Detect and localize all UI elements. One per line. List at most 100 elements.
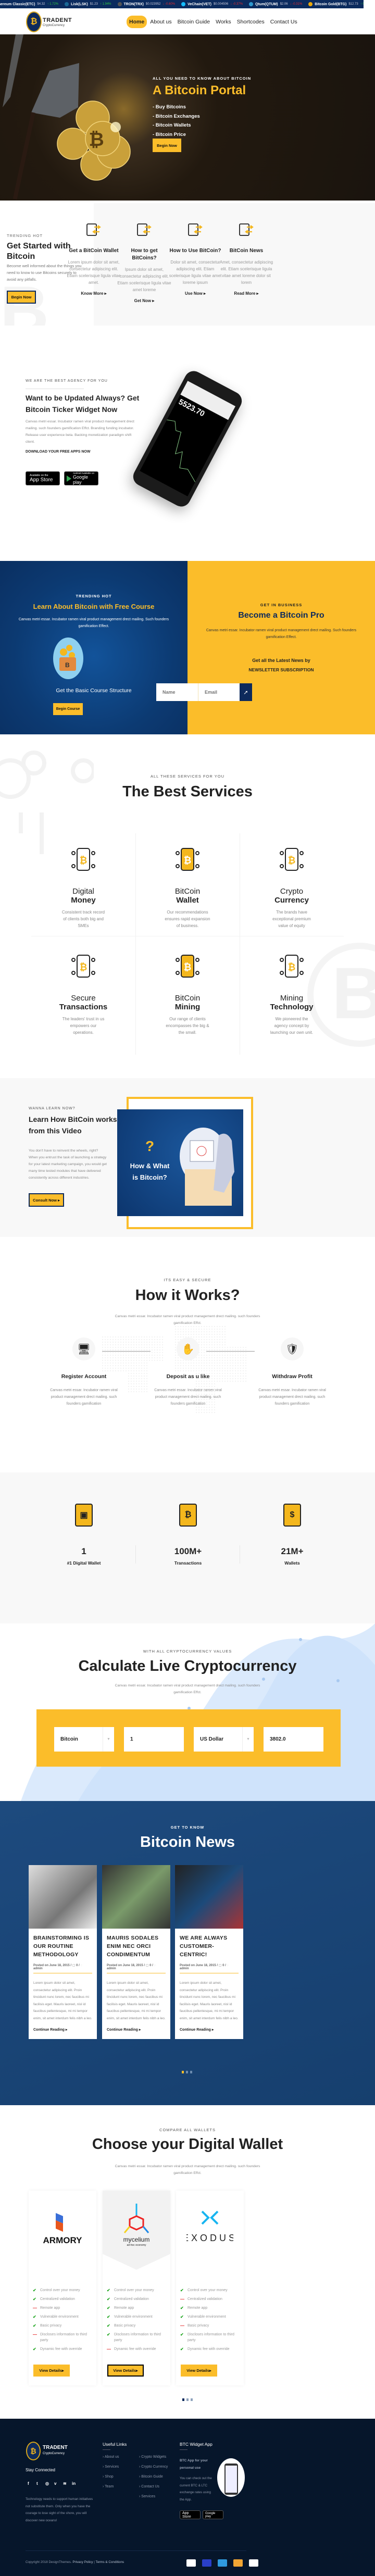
start-card: BitCoin News Amet, consectetur adipiscing…: [218, 221, 275, 296]
footer-link[interactable]: › About us: [103, 2455, 119, 2459]
view-details-button[interactable]: View Details ▸: [181, 2365, 217, 2377]
news-comments[interactable]: 0: [149, 1964, 151, 1967]
pagination-dot[interactable]: [182, 2398, 184, 2401]
site-footer: ₿ TRADENT CryptoCurrency Stay Connected …: [0, 2419, 375, 2576]
nav-works[interactable]: Works: [213, 16, 234, 28]
continue-reading-link[interactable]: Continue Reading ▸: [180, 2028, 239, 2032]
check-icon: ✔: [107, 2297, 110, 2302]
view-details-button[interactable]: View Details ▸: [33, 2365, 70, 2377]
ticker-item[interactable]: TRON(TRX) $0.023952 ↓ -0.60%: [117, 2, 175, 6]
newsletter-email-input[interactable]: [198, 683, 240, 701]
to-currency-select[interactable]: US Dollar ▼: [194, 1727, 254, 1752]
privacy-policy-link[interactable]: Privacy Policy: [72, 2560, 93, 2564]
nav-about-us[interactable]: About us: [147, 16, 174, 28]
start-card-link[interactable]: Use Now ▸: [167, 291, 224, 296]
coin-price: $0.023952: [146, 3, 161, 6]
linkedin-icon[interactable]: in: [72, 2481, 76, 2486]
begin-course-button[interactable]: Begin Course: [53, 703, 83, 715]
newsletter-submit-button[interactable]: ➚: [240, 683, 252, 701]
footer-link[interactable]: › Services: [103, 2465, 119, 2469]
coin-change: ↑ 1.72%: [47, 3, 58, 6]
ticker-item[interactable]: VeChain(VET) $0.004506 ↓ -0.37%: [181, 2, 243, 6]
wallet-feature: ✔ Discloses information to third party: [107, 2332, 167, 2343]
start-card-link[interactable]: Get Now ▸: [116, 298, 173, 303]
news-title[interactable]: WE ARE ALWAYS CUSTOMER-CENTRIC!: [180, 1934, 239, 1959]
footer-google-play-button[interactable]: Google play: [203, 2510, 223, 2519]
service-title-line1: BitCoin: [174, 994, 201, 1003]
pagination-dot[interactable]: [182, 2071, 184, 2073]
terms-link[interactable]: Terms & Conditions: [96, 2560, 124, 2564]
news-image[interactable]: [175, 1865, 243, 1929]
wallet-feature-label: Dynamic fee with override: [40, 2347, 82, 2351]
ticker-item[interactable]: Lisk(LSK) $1.23 ↑ 1.94%: [65, 2, 111, 6]
mastercard-icon: [202, 2559, 211, 2567]
ticker-item[interactable]: Ethereum Classic(ETC)$4.32↑ 1.72%: [0, 2, 58, 6]
ticker-item[interactable]: Bitcoin Gold(BTG)$12.73↑ 0.10%: [308, 2, 364, 6]
svg-text:₿: ₿: [288, 962, 296, 972]
pagination-dot[interactable]: [191, 2398, 193, 2401]
footer-link[interactable]: › Team: [103, 2485, 119, 2489]
footer-link[interactable]: › Services: [139, 2495, 168, 2498]
footer-link[interactable]: › Bitcoin Guide: [139, 2475, 168, 2479]
footer-link[interactable]: › Shop: [103, 2475, 119, 2479]
start-card-link[interactable]: Know More ▸: [65, 291, 122, 296]
continue-reading-link[interactable]: Continue Reading ▸: [107, 2028, 166, 2032]
facebook-icon[interactable]: f: [28, 2481, 31, 2486]
wallet-card: mycelium ad-hoc economy ✔ Control over your…: [103, 2191, 170, 2385]
news-author[interactable]: admin: [180, 1967, 189, 1970]
video-thumbnail[interactable]: ? How & What is Bitcoin?: [117, 1109, 243, 1216]
hero-begin-button[interactable]: Begin Now: [153, 139, 181, 152]
brand-name[interactable]: TRADENT: [43, 17, 72, 23]
wallet-feature: — Remote app: [33, 2305, 93, 2311]
news-comments[interactable]: 0: [222, 1964, 224, 1967]
coin-price: $0.004506: [213, 3, 229, 6]
news-title[interactable]: MAURIS SODALES ENIM NEC ORCI CONDIMENTUM: [107, 1934, 166, 1959]
news-title[interactable]: BRAINSTORMING IS OUR ROUTINE METHODOLOGY: [33, 1934, 92, 1959]
pagination-dot[interactable]: [186, 2398, 189, 2401]
useful-links-title: Useful Links: [103, 2442, 127, 2447]
newsletter-name-input[interactable]: [156, 683, 198, 701]
pro-eyebrow: GET IN BUSINESS: [260, 603, 303, 607]
start-eyebrow: TRENDING HOT: [7, 233, 43, 238]
news-image[interactable]: [29, 1865, 97, 1929]
ticker-item[interactable]: Qtum(QTUM) $2.06 ↓ -0.31%: [249, 2, 302, 6]
nav-contact-us[interactable]: Contact Us: [268, 16, 300, 28]
start-card-link[interactable]: Read More ▸: [218, 291, 275, 296]
footer-link[interactable]: › Crypto Currency: [139, 2465, 168, 2469]
footer-app-store-button[interactable]: App Store: [180, 2510, 201, 2519]
footer-link[interactable]: › Contact Us: [139, 2485, 168, 2489]
get-started-section: B TRENDING HOT Get Started with Bitcoin …: [0, 201, 375, 326]
footer-link[interactable]: › Crypto Widgets: [139, 2455, 168, 2459]
service-card: ₿ Secure Transactions The leaders' trust in…: [44, 948, 122, 1036]
news-author[interactable]: admin: [33, 1967, 43, 1970]
consult-now-button[interactable]: Consult Now ▸: [29, 1193, 64, 1207]
continue-reading-link[interactable]: Continue Reading ▸: [33, 2028, 92, 2032]
logo-icon[interactable]: ₿: [26, 11, 42, 32]
start-card-title: BitCoin News: [229, 248, 264, 254]
news-comments[interactable]: 0: [76, 1964, 78, 1967]
news-author[interactable]: admin: [107, 1967, 116, 1970]
footer-logo-icon[interactable]: ₿: [26, 2442, 41, 2460]
twitter-icon[interactable]: t: [36, 2481, 40, 2486]
vimeo-icon[interactable]: v: [54, 2481, 57, 2486]
from-currency-select[interactable]: Bitcoin ▼: [54, 1727, 114, 1752]
pagination-dot[interactable]: [190, 2071, 192, 2073]
view-details-button[interactable]: View Details ▸: [107, 2365, 144, 2377]
start-begin-button[interactable]: Begin Now: [7, 291, 36, 304]
news-meta: Posted on June 18, 2015 / ▢ 0 / ◌ admin: [180, 1964, 239, 1973]
rss-icon[interactable]: ≋: [63, 2481, 67, 2486]
nav-shortcodes[interactable]: Shortcodes: [234, 16, 267, 28]
secure-card-icon: ₿: [44, 948, 122, 984]
news-image[interactable]: [102, 1865, 170, 1929]
news-card: WE ARE ALWAYS CUSTOMER-CENTRIC! Posted on…: [175, 1865, 243, 2039]
pagination-dot[interactable]: [186, 2071, 188, 2073]
hero-feature-list: - Buy Bitcoins - Bitcoin Exchanges - Bitco…: [153, 103, 200, 139]
app-store-button[interactable]: Available on the App Store: [26, 471, 60, 485]
nav-home[interactable]: Home: [127, 16, 147, 28]
video-eyebrow: WANNA LEARN NOW?: [29, 1107, 76, 1110]
instagram-icon[interactable]: ◎: [45, 2481, 49, 2486]
amount-input[interactable]: 1: [124, 1727, 184, 1752]
google-play-button[interactable]: Android Available on Google play: [64, 471, 98, 485]
coin-change: ↓ -0.31%: [290, 3, 303, 6]
nav-bitcoin-guide[interactable]: Bitcoin Guide: [175, 16, 213, 28]
